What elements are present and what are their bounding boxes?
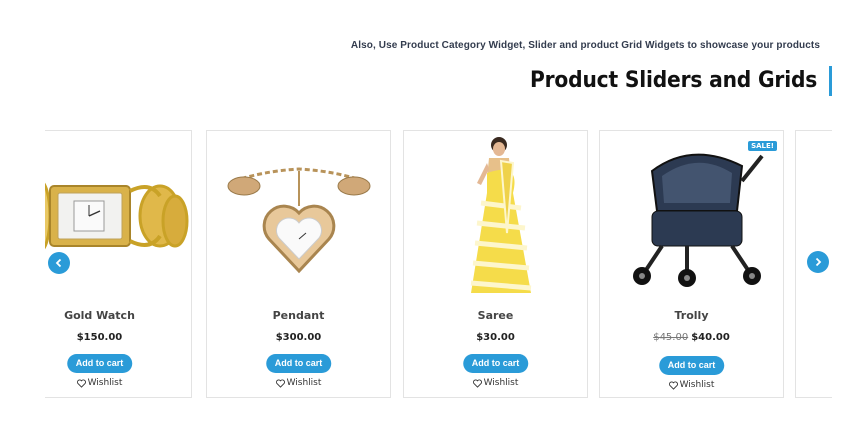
price-current: $40.00 bbox=[691, 332, 730, 343]
chevron-right-icon bbox=[815, 257, 822, 267]
slider-next-button[interactable] bbox=[807, 251, 829, 273]
wishlist-label: Wishlist bbox=[679, 380, 715, 390]
heart-icon bbox=[472, 378, 482, 388]
product-card[interactable]: Pendant $300.00 Add to cart Wishlist bbox=[206, 130, 391, 398]
wishlist-link[interactable]: Wishlist bbox=[600, 380, 783, 390]
product-price: $30.00 bbox=[404, 332, 587, 343]
heart-icon bbox=[275, 378, 285, 388]
wishlist-label: Wishlist bbox=[483, 378, 519, 388]
chevron-left-icon bbox=[55, 258, 62, 268]
product-price: $45.00 $40.00 bbox=[600, 332, 783, 343]
product-slider[interactable]: Gold Watch $150.00 Add to cart Wishlist … bbox=[45, 130, 832, 399]
add-to-cart-button[interactable]: Add to cart bbox=[66, 354, 133, 373]
section-subtitle: Also, Use Product Category Widget, Slide… bbox=[350, 40, 820, 51]
wishlist-link[interactable]: Wishlist bbox=[207, 378, 390, 388]
product-name[interactable]: Pendant bbox=[207, 309, 390, 322]
product-price: $300.00 bbox=[207, 332, 390, 343]
product-name[interactable]: Gold Watch bbox=[45, 309, 191, 322]
wishlist-link[interactable]: Wishlist bbox=[404, 378, 587, 388]
slider-prev-button[interactable] bbox=[48, 252, 70, 274]
product-image-trolly[interactable] bbox=[600, 133, 783, 298]
price-current: $300.00 bbox=[275, 332, 322, 343]
add-to-cart-button[interactable]: Add to cart bbox=[462, 354, 529, 373]
product-image-pendant[interactable] bbox=[207, 133, 390, 298]
wishlist-link[interactable]: Wishlist bbox=[45, 378, 191, 388]
heart-icon bbox=[76, 378, 86, 388]
product-name[interactable]: Saree bbox=[404, 309, 587, 322]
product-image-gold-watch[interactable] bbox=[45, 133, 191, 298]
product-image-saree[interactable] bbox=[404, 133, 587, 298]
price-current: $30.00 bbox=[476, 332, 515, 343]
price-old: $45.00 bbox=[653, 332, 689, 343]
add-to-cart-button[interactable]: Add to cart bbox=[265, 354, 332, 373]
wishlist-label: Wishlist bbox=[286, 378, 322, 388]
product-price: $150.00 bbox=[45, 332, 191, 343]
section-title-wrap: Product Sliders and Grids bbox=[351, 66, 832, 96]
product-name[interactable]: Trolly bbox=[600, 309, 783, 322]
product-card[interactable]: SALE! Trolly $45.00 $40.00 Add to cart W… bbox=[599, 130, 784, 398]
section-title: Product Sliders and Grids bbox=[529, 68, 817, 93]
price-current: $150.00 bbox=[76, 332, 123, 343]
add-to-cart-button[interactable]: Add to cart bbox=[658, 356, 725, 375]
product-card[interactable]: Saree $30.00 Add to cart Wishlist bbox=[403, 130, 588, 398]
wishlist-label: Wishlist bbox=[87, 378, 123, 388]
heart-icon bbox=[668, 380, 678, 390]
section-heading: Also, Use Product Category Widget, Slide… bbox=[351, 40, 832, 96]
